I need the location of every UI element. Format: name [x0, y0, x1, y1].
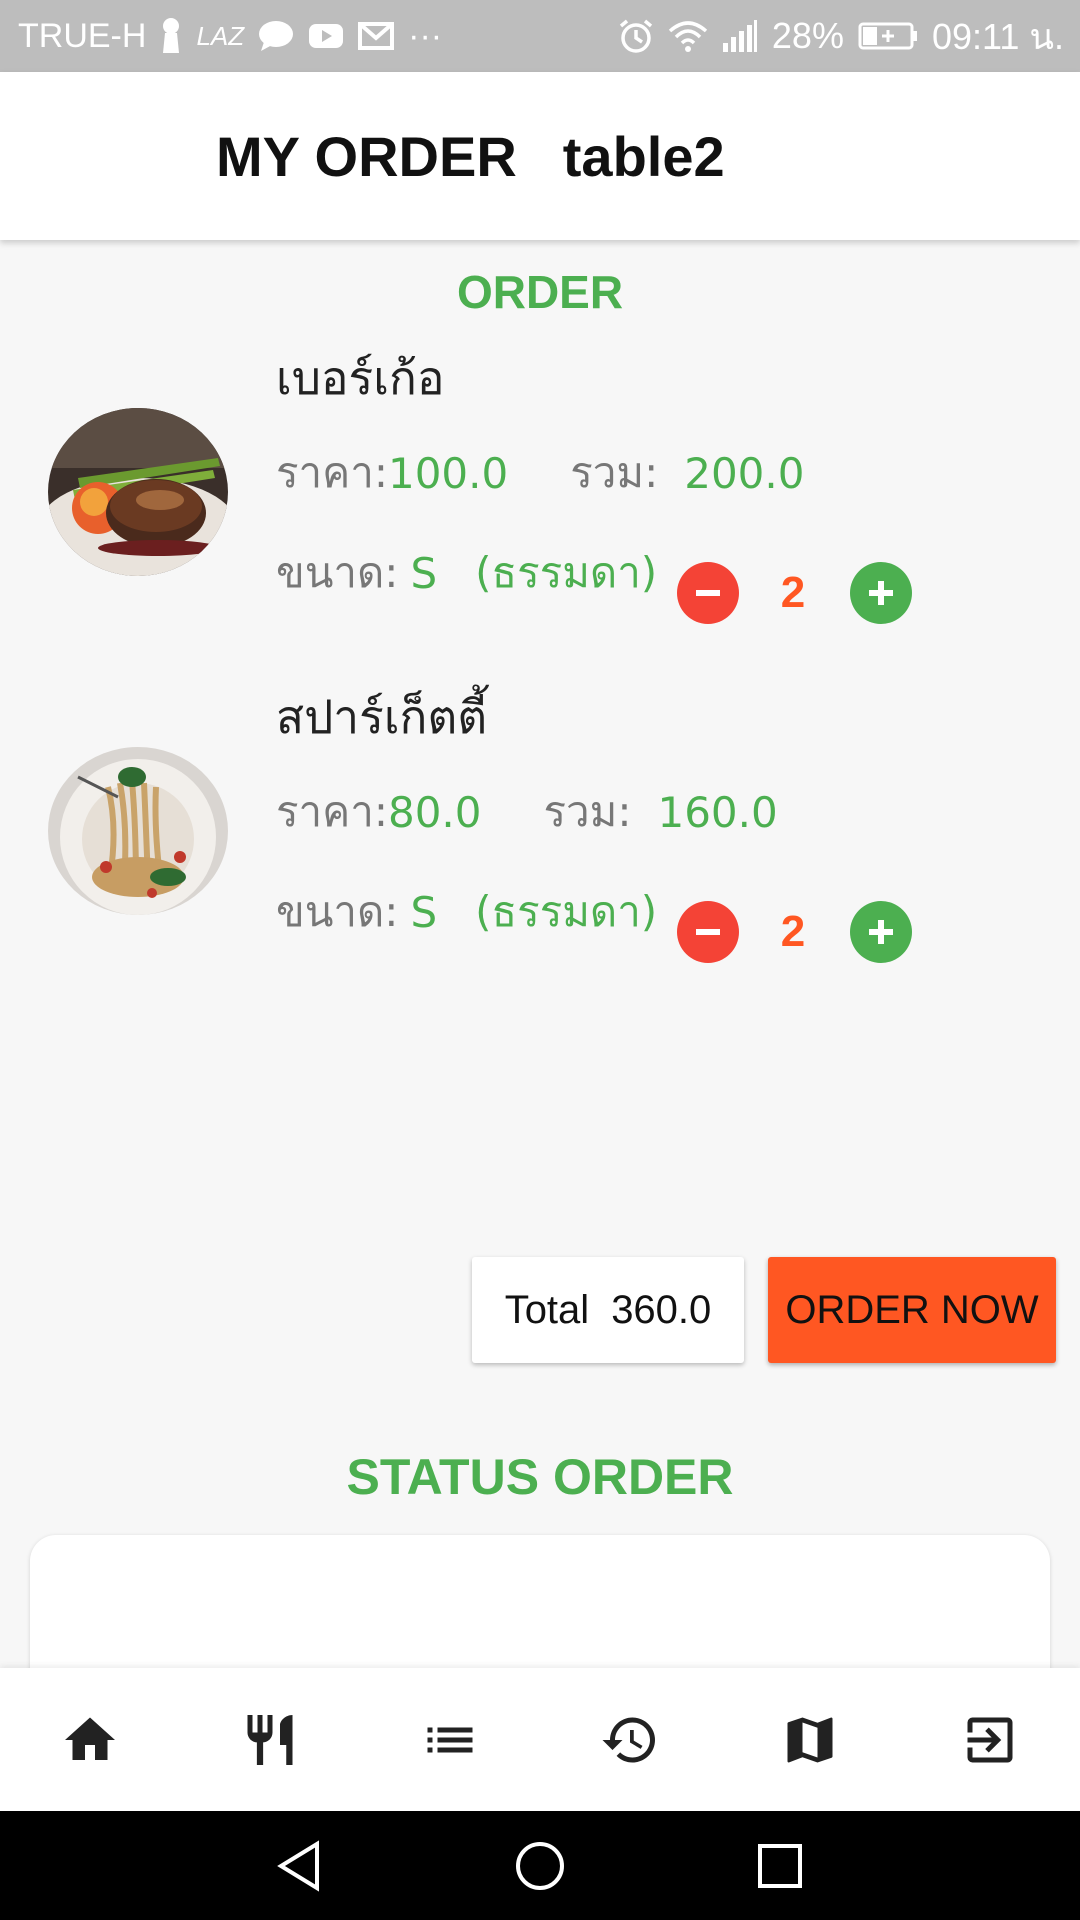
home-icon: [65, 1717, 115, 1760]
page-title: MY ORDER table2: [216, 72, 725, 240]
increase-quantity-button[interactable]: [850, 562, 912, 624]
total-box: Total 360.0: [472, 1257, 744, 1363]
item-size: S: [410, 548, 438, 598]
item-price: 80.0: [387, 787, 482, 837]
alarm-icon: [618, 18, 654, 54]
lazada-icon: LAZ: [196, 20, 245, 51]
bottom-nav: [0, 1668, 1080, 1811]
youtube-icon: [308, 22, 344, 50]
signal-icon: [722, 19, 758, 53]
nav-exit[interactable]: [900, 1668, 1080, 1811]
total-label: Total: [504, 1287, 590, 1332]
nav-map[interactable]: [720, 1668, 900, 1811]
item-size-desc: (ธรรมดา): [475, 548, 658, 597]
item-quantity: 2: [780, 907, 806, 956]
restaurant-icon: [247, 1714, 293, 1765]
decrease-quantity-button[interactable]: [677, 562, 739, 624]
recents-button[interactable]: [745, 1831, 815, 1901]
order-section-title: ORDER: [456, 266, 624, 318]
item-price: 100.0: [387, 448, 509, 498]
battery-percent: 28%: [771, 15, 844, 56]
system-nav-bar: [0, 1811, 1080, 1920]
price-row: ราคา: 80.0 รวม: 160.0: [276, 779, 778, 845]
minus-icon: [696, 590, 720, 596]
clock-time: 09:11 น.: [931, 15, 1064, 57]
item-quantity: 2: [780, 568, 806, 617]
total-value: 360.0: [611, 1287, 712, 1332]
nav-history[interactable]: [540, 1668, 720, 1811]
plus-icon: [869, 920, 893, 944]
plus-icon: [869, 581, 893, 605]
page-title-text: MY ORDER: [216, 124, 517, 188]
chat-bubble-icon: [258, 20, 294, 52]
history-icon: [602, 1717, 655, 1762]
sum-label: รวม:: [570, 448, 659, 497]
home-circle-icon: [516, 1842, 564, 1890]
increase-quantity-button[interactable]: [850, 901, 912, 963]
more-notifications-icon: ···: [408, 16, 443, 55]
size-label: ขนาด:: [276, 548, 399, 597]
carrier-label: TRUE-H: [18, 16, 147, 55]
size-row: ขนาด: S (ธรรมดา): [276, 540, 657, 606]
map-icon: [787, 1717, 833, 1762]
order-now-button[interactable]: ORDER NOW: [768, 1257, 1056, 1363]
item-size-desc: (ธรรมดา): [475, 887, 658, 936]
sum-label: รวม:: [543, 787, 632, 836]
spaghetti-photo-icon: [48, 747, 228, 915]
home-system-button[interactable]: [505, 1831, 575, 1901]
item-name: สปาร์เก็ตตี้: [276, 690, 488, 744]
table-name: table2: [562, 124, 725, 188]
back-triangle-icon: [277, 1840, 319, 1892]
wifi-icon: [668, 19, 708, 53]
exit-icon: [967, 1717, 1013, 1762]
recents-square-icon: [758, 1844, 802, 1888]
item-size: S: [410, 887, 438, 937]
price-row: ราคา: 100.0 รวม: 200.0: [276, 440, 804, 506]
nav-menu[interactable]: [180, 1668, 360, 1811]
steak-photo-icon: [48, 408, 228, 576]
price-label: ราคา:: [276, 448, 388, 497]
price-label: ราคา:: [276, 787, 388, 836]
item-name: เบอร์เก้อ: [276, 351, 445, 405]
nav-list[interactable]: [360, 1668, 540, 1811]
minus-icon: [696, 929, 720, 935]
size-row: ขนาด: S (ธรรมดา): [276, 879, 657, 945]
item-total: 200.0: [684, 448, 805, 498]
nav-home[interactable]: [0, 1668, 180, 1811]
screen: TRUE-H LAZ ··· 28% 09:11 น. MY ORDER tab…: [0, 0, 1080, 1920]
battery-charging-icon: [858, 21, 918, 51]
order-item: สปาร์เก็ตตี้ ราคา: 80.0 รวม: 160.0 ขนาด:…: [0, 679, 1080, 1009]
app-bar: MY ORDER table2: [0, 72, 1080, 240]
decrease-quantity-button[interactable]: [677, 901, 739, 963]
list-icon: [427, 1727, 473, 1752]
back-button[interactable]: [266, 1831, 336, 1901]
keyhole-icon: [160, 17, 182, 55]
gallery-mail-icon: [358, 21, 395, 51]
status-bar: TRUE-H LAZ ··· 28% 09:11 น.: [0, 0, 1080, 72]
size-label: ขนาด:: [276, 887, 399, 936]
order-item: เบอร์เก้อ ราคา: 100.0 รวม: 200.0 ขนาด: S…: [0, 340, 1080, 670]
item-total: 160.0: [657, 787, 778, 837]
status-order-title: STATUS ORDER: [346, 1449, 734, 1505]
